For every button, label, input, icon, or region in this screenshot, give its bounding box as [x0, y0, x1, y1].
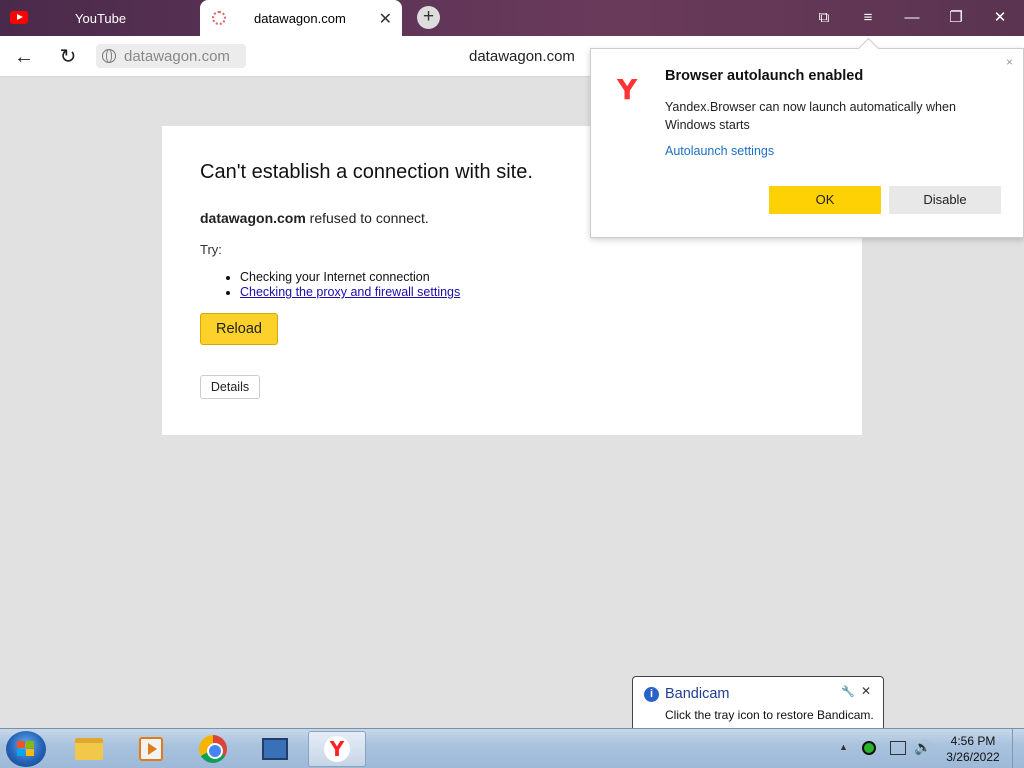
menu-icon[interactable]: ≡ [848, 0, 888, 36]
chrome-icon [199, 735, 227, 763]
network-icon [262, 738, 288, 760]
taskbar-network[interactable] [246, 731, 304, 767]
taskbar: Y ▲ 🔊 4:56 PM 3/26/2022 [0, 728, 1024, 768]
address-bar[interactable]: datawagon.com [96, 44, 246, 68]
taskbar-chrome[interactable] [184, 731, 242, 767]
taskbar-yandex-browser[interactable]: Y [308, 731, 366, 767]
page-domain-title: datawagon.com [469, 48, 575, 65]
volume-icon[interactable]: 🔊 [914, 739, 931, 756]
ok-button[interactable]: OK [769, 186, 881, 214]
tab-youtube[interactable]: YouTube [0, 0, 198, 36]
proxy-settings-link[interactable]: Checking the proxy and firewall settings [240, 285, 460, 299]
popup-description: Yandex.Browser can now launch automatica… [665, 100, 956, 132]
address-value: datawagon.com [124, 47, 230, 65]
reload-button[interactable]: ↻ [55, 44, 81, 70]
tab-close-icon[interactable]: ✕ [379, 9, 392, 29]
bandicam-tray-icon[interactable] [862, 741, 876, 755]
try-label: Try: [200, 242, 222, 257]
site-favicon-icon [212, 11, 226, 25]
notification-title: Bandicam [665, 686, 730, 702]
error-title: Can't establish a connection with site. [200, 161, 533, 183]
minimize-button[interactable]: — [892, 0, 932, 36]
start-button[interactable] [6, 731, 46, 767]
autolaunch-settings-link[interactable]: Autolaunch settings [665, 144, 774, 158]
yandex-logo-icon: Y [617, 73, 638, 106]
popup-close-icon[interactable]: × [1006, 55, 1013, 69]
show-hidden-icons-icon[interactable]: ▲ [839, 742, 848, 752]
network-tray-icon[interactable] [890, 741, 906, 755]
show-desktop-button[interactable] [1012, 729, 1024, 768]
list-item: Checking your Internet connection [240, 270, 460, 285]
error-message-text: refused to connect. [305, 210, 429, 226]
details-button[interactable]: Details [200, 375, 260, 399]
tab-title: YouTube [75, 11, 127, 26]
youtube-icon [10, 11, 28, 24]
new-tab-button[interactable]: + [417, 6, 440, 29]
notification-message: Click the tray icon to restore Bandicam. [665, 708, 874, 722]
taskbar-media-player[interactable] [122, 731, 180, 767]
folder-icon [75, 738, 103, 760]
error-domain: datawagon.com [200, 210, 306, 226]
clock-date: 3/26/2022 [946, 750, 1000, 764]
suggestion-text: Checking your Internet connection [240, 270, 430, 284]
tab-strip: YouTube datawagon.com ✕ + ⧉ ≡ — ❐ ✕ [0, 0, 1024, 36]
tab-title: datawagon.com [254, 11, 346, 26]
error-message: datawagon.com refused to connect. [200, 210, 429, 226]
yandex-icon: Y [324, 736, 350, 762]
clock-time: 4:56 PM [950, 734, 996, 748]
windows-logo-icon [17, 741, 35, 757]
bandicam-notification: i Bandicam 🔧 ✕ Click the tray icon to re… [632, 676, 884, 740]
bookmarks-icon[interactable]: ⧉ [804, 0, 844, 36]
tab-datawagon[interactable]: datawagon.com ✕ [200, 0, 402, 36]
back-button[interactable]: ← [11, 44, 37, 70]
suggestion-list: Checking your Internet connection Checki… [240, 270, 460, 300]
popup-title: Browser autolaunch enabled [665, 68, 864, 84]
list-item: Checking the proxy and firewall settings [240, 285, 460, 300]
close-window-button[interactable]: ✕ [980, 0, 1020, 36]
restore-button[interactable]: ❐ [936, 0, 976, 36]
taskbar-explorer[interactable] [60, 731, 118, 767]
clock[interactable]: 4:56 PM 3/26/2022 [940, 733, 1006, 765]
disable-button[interactable]: Disable [889, 186, 1001, 214]
reload-page-button[interactable]: Reload [200, 313, 278, 345]
wrench-icon[interactable]: 🔧 [841, 685, 855, 698]
globe-icon [102, 49, 116, 63]
notification-close-icon[interactable]: ✕ [861, 684, 871, 698]
autolaunch-popup: Y × Browser autolaunch enabled Yandex.Br… [590, 48, 1024, 238]
media-player-icon [139, 737, 163, 761]
info-icon: i [644, 687, 659, 702]
